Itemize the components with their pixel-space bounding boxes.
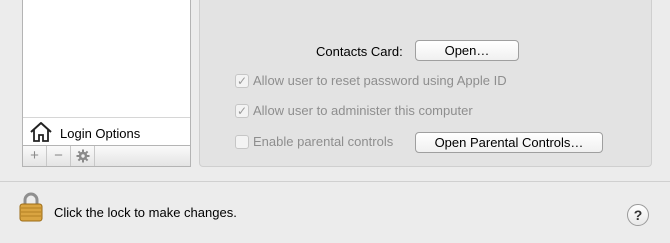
list-toolbar: + − [22, 146, 191, 167]
reset-password-label: Allow user to reset password using Apple… [253, 73, 507, 88]
help-button[interactable]: ? [627, 204, 649, 226]
action-menu-button[interactable] [71, 146, 95, 166]
user-list[interactable]: Login Options [22, 0, 191, 146]
footer-divider [0, 181, 670, 182]
lock-instruction-text: Click the lock to make changes. [54, 205, 237, 220]
reset-password-checkbox[interactable]: ✓ [235, 74, 249, 88]
add-user-button[interactable]: + [23, 146, 47, 166]
house-icon [30, 122, 52, 142]
parental-controls-checkbox[interactable] [235, 135, 249, 149]
parental-controls-label: Enable parental controls [253, 134, 394, 149]
administer-computer-label: Allow user to administer this computer [253, 103, 473, 118]
contacts-card-label: Contacts Card: [316, 44, 403, 59]
gear-icon [76, 149, 90, 163]
login-options-item[interactable]: Login Options [23, 117, 190, 145]
administer-computer-checkbox[interactable]: ✓ [235, 104, 249, 118]
open-contacts-card-button[interactable]: Open… [415, 40, 519, 61]
login-options-label: Login Options [60, 126, 141, 141]
open-parental-controls-button[interactable]: Open Parental Controls… [415, 132, 603, 153]
lock-icon[interactable] [18, 192, 44, 222]
remove-user-button[interactable]: − [47, 146, 71, 166]
